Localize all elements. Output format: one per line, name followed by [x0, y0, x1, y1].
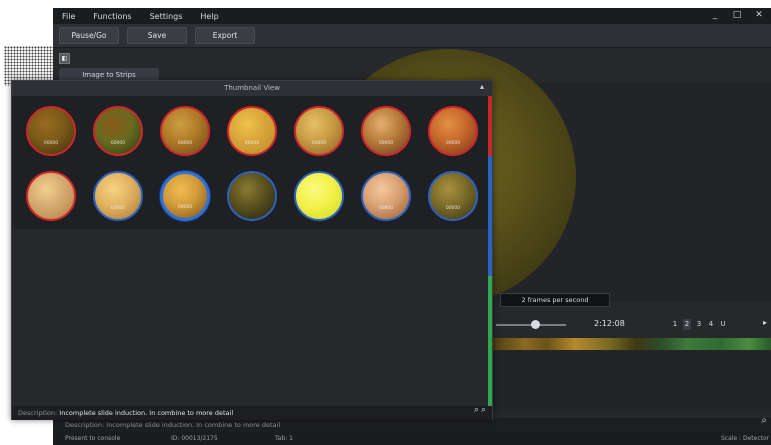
status-left: Present to console: [65, 435, 121, 442]
minimize-icon[interactable]: _: [709, 9, 721, 21]
time-readout: 2:12:08: [594, 319, 625, 328]
timeline-area: [491, 350, 771, 412]
thumbnail[interactable]: 00000: [361, 106, 411, 156]
zoom-icon[interactable]: ⌕: [761, 415, 767, 426]
description-status-line: Description: Incomplete slide induction.…: [53, 418, 771, 432]
thumbnail-label: 00000: [244, 141, 260, 146]
zoom-out-icon[interactable]: ⌕: [481, 405, 486, 415]
speed-slider-handle[interactable]: [531, 320, 540, 329]
speed-tooltip: 2 frames per second: [500, 293, 610, 307]
thumbnail-label: 00000: [177, 205, 193, 210]
menu-help[interactable]: Help: [191, 12, 227, 21]
speed-option[interactable]: U: [719, 319, 727, 330]
speed-option[interactable]: 4: [707, 319, 715, 330]
speed-option-active[interactable]: 2: [683, 319, 691, 330]
thumbnail-selected[interactable]: 00000: [160, 171, 210, 221]
thumbnail-row: 00000 00000 00000 00000 00000 00000 00000: [26, 106, 478, 156]
save-button[interactable]: Save: [127, 27, 187, 44]
status-tab: Tab: 1: [275, 435, 293, 442]
scroll-segment-blue: [488, 156, 492, 276]
zoom-in-icon[interactable]: ⌕: [474, 405, 479, 415]
color-timeline-strip[interactable]: [491, 338, 771, 350]
status-bar: Present to console ID: 00013/2175 Tab: 1…: [53, 432, 771, 445]
thumbnail[interactable]: 00000: [227, 106, 277, 156]
dialog-title: Thumbnail View: [12, 81, 492, 96]
chevron-up-icon[interactable]: ▴: [480, 82, 484, 91]
dialog-scrollbar[interactable]: [488, 96, 492, 406]
scroll-segment-red: [488, 96, 492, 156]
thumbnail[interactable]: 00000: [26, 106, 76, 156]
thumbnail[interactable]: 00000: [294, 106, 344, 156]
thumbnail-label: 00000: [177, 141, 193, 146]
speed-option[interactable]: 1: [671, 319, 679, 330]
window-controls: _ □ ✕: [709, 9, 765, 21]
thumbnail-grid: 00000 00000 00000 00000 00000 00000 00000 0000…: [12, 96, 488, 229]
thumbnail[interactable]: 00000: [428, 106, 478, 156]
thumbnail[interactable]: [26, 171, 76, 221]
menu-functions[interactable]: Functions: [84, 12, 140, 21]
thumbnail[interactable]: [294, 171, 344, 221]
dialog-zoom-controls: ⌕ ⌕: [474, 405, 486, 415]
thumbnail[interactable]: 00000: [160, 106, 210, 156]
status-scale: Scale : Detector: [721, 435, 770, 442]
thumbnail-dialog: Thumbnail View ▴ 00000 00000 00000 00000 000…: [11, 80, 493, 420]
pause-go-button[interactable]: Pause/Go: [59, 27, 119, 44]
playback-bar: 2:12:08 1 2 3 4 U ▸: [491, 316, 771, 334]
scroll-segment-green: [488, 276, 492, 406]
thumbnail-label: 00000: [110, 141, 126, 146]
next-arrow-icon[interactable]: ▸: [763, 318, 767, 327]
thumbnail-label: 00000: [311, 141, 327, 146]
menu-settings[interactable]: Settings: [141, 12, 192, 21]
thumbnail-label: 00000: [378, 141, 394, 146]
speed-selector: 1 2 3 4 U: [671, 319, 727, 330]
thumbnail-row: 00000 00000 00000 00000: [26, 171, 478, 221]
menu-file[interactable]: File: [53, 12, 84, 21]
tool-icon[interactable]: ◧: [59, 53, 70, 64]
description-label: Description:: [18, 409, 58, 417]
thumbnail[interactable]: 00000: [93, 171, 143, 221]
thumbnail-label: 00000: [445, 206, 461, 211]
description-value: Incomplete slide induction. In combine t…: [59, 409, 234, 417]
toolbar: Pause/Go Save Export: [53, 24, 771, 48]
close-window-icon[interactable]: ✕: [753, 9, 765, 21]
menu-bar: File Functions Settings Help _ □ ✕: [53, 8, 771, 24]
speed-option[interactable]: 3: [695, 319, 703, 330]
thumbnail[interactable]: 00000: [361, 171, 411, 221]
thumbnail[interactable]: [227, 171, 277, 221]
maximize-icon[interactable]: □: [731, 9, 743, 21]
thumbnail[interactable]: 00000: [428, 171, 478, 221]
thumbnail-label: 00000: [378, 206, 394, 211]
dialog-empty-area: [12, 229, 488, 404]
status-id: ID: 00013/2175: [171, 435, 218, 442]
thumbnail-label: 00000: [43, 141, 59, 146]
description-line: Description: Incomplete slide induction.…: [12, 406, 492, 420]
thumbnail-label: 00000: [445, 141, 461, 146]
thumbnail-label: 00000: [110, 206, 126, 211]
export-button[interactable]: Export: [195, 27, 255, 44]
thumbnail[interactable]: 00000: [93, 106, 143, 156]
